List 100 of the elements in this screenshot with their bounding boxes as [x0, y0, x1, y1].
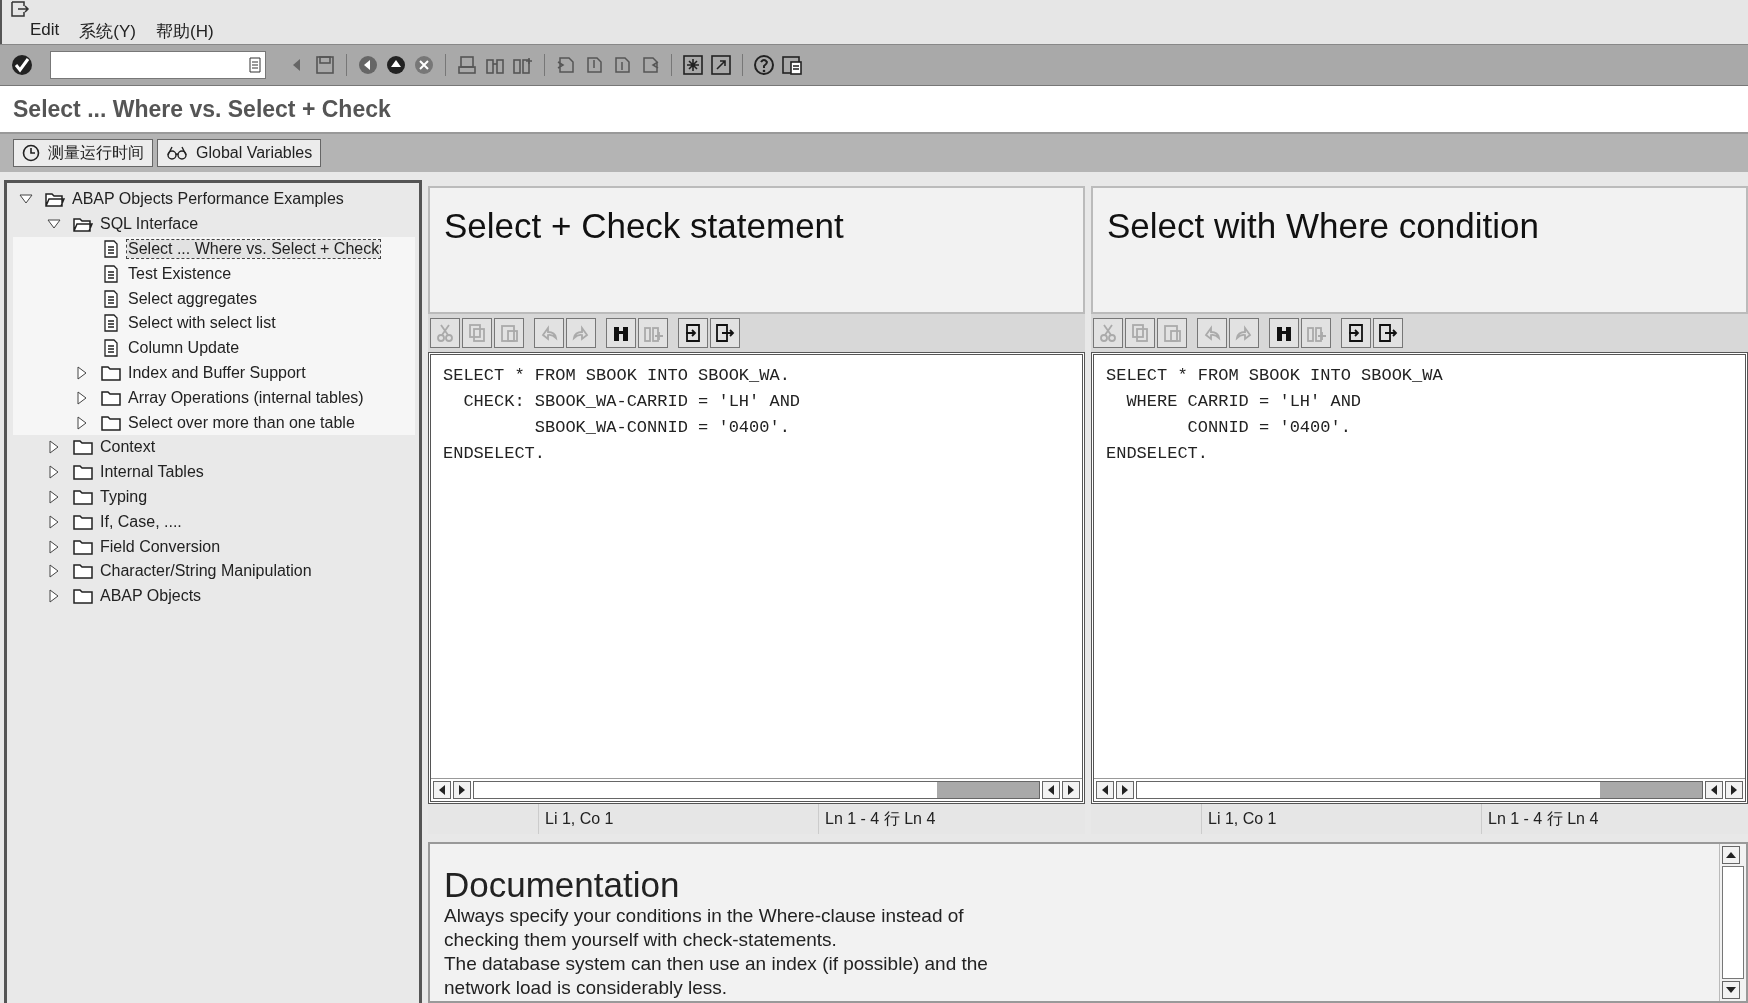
- document-icon: [101, 339, 121, 358]
- document-icon: [101, 289, 121, 308]
- import-button[interactable]: [1341, 318, 1371, 348]
- expand-icon[interactable]: [47, 564, 61, 579]
- right-triangle-icon: [1121, 785, 1129, 795]
- folder-icon: [73, 562, 93, 581]
- editor-heading: Select with Where condition: [1107, 206, 1539, 246]
- tree-item[interactable]: Typing: [99, 487, 149, 506]
- document-arrow-icon: [1378, 323, 1398, 343]
- export-button[interactable]: [1373, 318, 1403, 348]
- tree-item[interactable]: Select ... Where vs. Select + Check: [127, 240, 381, 258]
- scrollbar-track[interactable]: [1136, 781, 1703, 799]
- app-button[interactable]: Global Variables: [157, 139, 322, 167]
- import-button[interactable]: [678, 318, 708, 348]
- tree-item[interactable]: ABAP Objects: [99, 587, 203, 606]
- paste-icon: [1162, 323, 1182, 343]
- menu-item[interactable]: 帮助(H): [155, 20, 214, 43]
- folder-icon: [101, 413, 121, 432]
- right-triangle-icon: [1730, 785, 1738, 795]
- print-icon[interactable]: [456, 54, 478, 76]
- left-triangle-icon: [1101, 785, 1109, 795]
- scroll-up-button[interactable]: [1722, 846, 1740, 864]
- right-triangle-icon: [1067, 785, 1075, 795]
- export-button[interactable]: [710, 318, 740, 348]
- save-icon[interactable]: [314, 54, 336, 76]
- expand-icon[interactable]: [75, 390, 89, 405]
- code-line: SBOOK_WA-CONNID = '0400'.: [533, 417, 791, 439]
- scroll-right-button[interactable]: [1062, 781, 1080, 799]
- find-button[interactable]: [1269, 318, 1299, 348]
- status-text: Li 1, Co 1: [538, 804, 818, 834]
- checkmark-icon[interactable]: [10, 53, 34, 77]
- copy-icon: [1130, 323, 1150, 343]
- expand-icon[interactable]: [75, 365, 89, 380]
- scrollbar-thumb[interactable]: [937, 782, 1039, 798]
- scroll-left-button[interactable]: [433, 781, 451, 799]
- cancel-circle-icon[interactable]: [413, 54, 435, 76]
- tree-item[interactable]: Character/String Manipulation: [99, 562, 313, 581]
- expand-icon[interactable]: [47, 465, 61, 480]
- folder-icon: [73, 537, 93, 556]
- undo-icon: [539, 323, 559, 343]
- menu-item[interactable]: Edit: [30, 20, 60, 43]
- scrollbar-track[interactable]: [473, 781, 1040, 799]
- code-line: ENDSELECT.: [443, 443, 547, 465]
- expand-icon[interactable]: [47, 539, 61, 554]
- app-button[interactable]: 测量运行时间: [13, 139, 153, 167]
- command-field[interactable]: [50, 51, 266, 79]
- find-button[interactable]: [606, 318, 636, 348]
- new-window-icon[interactable]: [682, 54, 704, 76]
- redo-icon: [571, 323, 591, 343]
- up-circle-icon[interactable]: [385, 54, 407, 76]
- help-icon[interactable]: [753, 54, 775, 76]
- code-line: SELECT * FROM SBOOK INTO SBOOK_WA: [1106, 365, 1444, 387]
- expand-icon[interactable]: [47, 489, 61, 504]
- undo-icon: [1202, 323, 1222, 343]
- menu-item[interactable]: 系统(Y): [79, 20, 136, 43]
- tree-item[interactable]: SQL Interface: [99, 215, 200, 234]
- scrollbar-thumb[interactable]: [1600, 782, 1702, 798]
- scroll-right-button[interactable]: [1116, 781, 1134, 799]
- folder-icon: [73, 587, 93, 606]
- glasses-icon: [166, 145, 188, 161]
- back-circle-icon[interactable]: [357, 54, 379, 76]
- scroll-left-button[interactable]: [1096, 781, 1114, 799]
- folder-icon: [101, 388, 121, 407]
- editor-heading: Select + Check statement: [444, 206, 844, 246]
- expand-icon[interactable]: [47, 589, 61, 604]
- status-text: Ln 1 - 4 行 Ln 4: [818, 804, 1085, 834]
- scroll-right-button[interactable]: [1725, 781, 1743, 799]
- left-triangle-icon: [1047, 785, 1055, 795]
- left-triangle-icon: [438, 785, 446, 795]
- window-menu-icon[interactable]: [10, 0, 30, 18]
- layout-icon[interactable]: [781, 54, 803, 76]
- code-line: CHECK: SBOOK_WA-CARRID = 'LH' AND: [462, 391, 802, 413]
- folder-icon: [101, 363, 121, 382]
- tree-item[interactable]: Field Conversion: [99, 537, 222, 556]
- expand-icon[interactable]: [47, 440, 61, 455]
- open-folder-icon: [45, 190, 65, 209]
- tree-item[interactable]: ABAP Objects Performance Examples: [71, 190, 345, 209]
- paste-icon: [499, 323, 519, 343]
- document-icon: [101, 264, 121, 283]
- scroll-right-button[interactable]: [453, 781, 471, 799]
- scroll-down-button[interactable]: [1722, 981, 1740, 999]
- scroll-left-button[interactable]: [1042, 781, 1060, 799]
- tree-item[interactable]: Context: [99, 438, 157, 457]
- shortcut-icon[interactable]: [710, 54, 732, 76]
- scissors-icon: [435, 323, 455, 343]
- scrollbar-track[interactable]: [1722, 866, 1744, 979]
- redo-icon: [1234, 323, 1254, 343]
- code-line: WHERE CARRID = 'LH' AND: [1125, 391, 1363, 413]
- tree-item[interactable]: Test Existence: [127, 264, 233, 283]
- expand-icon[interactable]: [75, 415, 89, 430]
- screen-title: Select ... Where vs. Select + Check: [13, 95, 391, 123]
- scissors-icon: [1098, 323, 1118, 343]
- down-triangle-icon: [1726, 986, 1736, 994]
- documentation-heading: Documentation: [444, 866, 681, 904]
- expand-icon[interactable]: [47, 514, 61, 529]
- tree-item[interactable]: If, Case, ....: [99, 512, 183, 531]
- tree-item[interactable]: Internal Tables: [99, 463, 205, 482]
- scroll-left-button[interactable]: [1705, 781, 1723, 799]
- left-triangle-icon: [1710, 785, 1718, 795]
- folder-icon: [73, 463, 93, 482]
